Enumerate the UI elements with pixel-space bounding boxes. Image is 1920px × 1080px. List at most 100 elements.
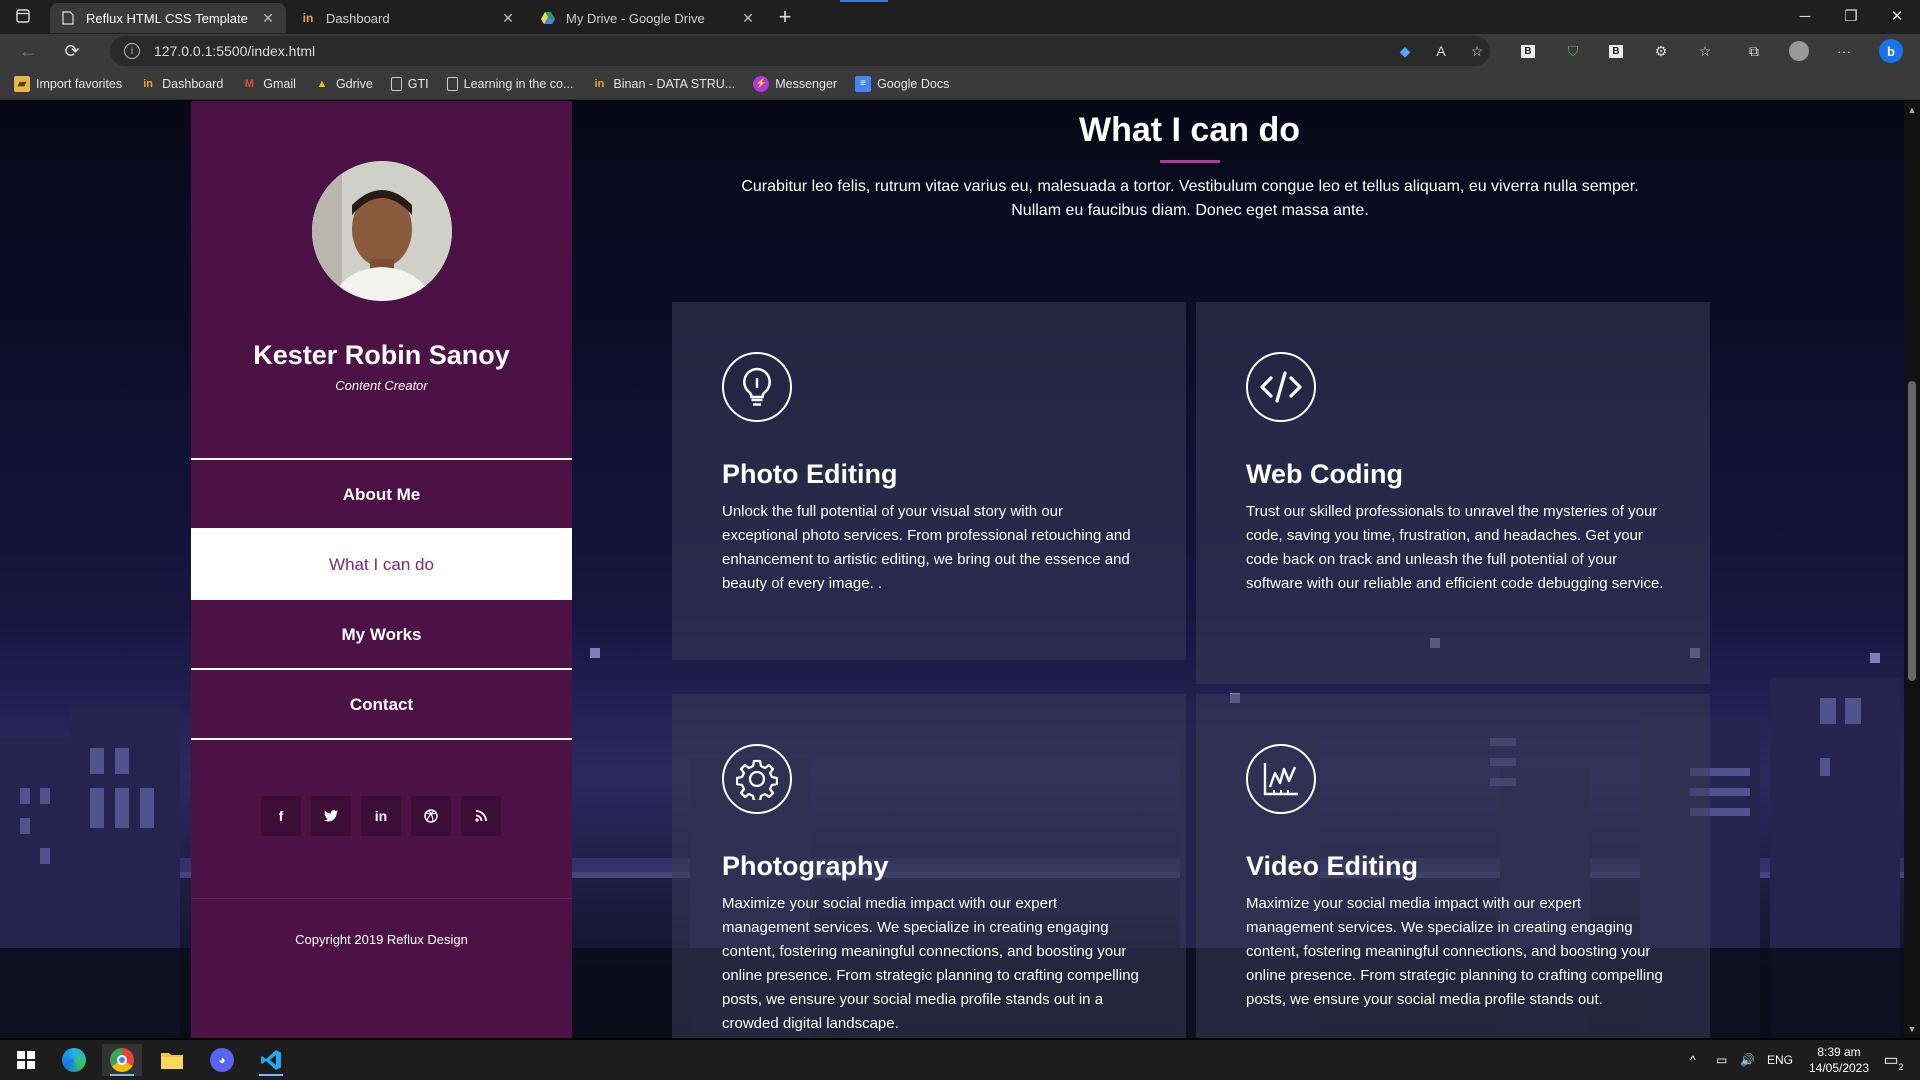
section-title: What I can do bbox=[1079, 111, 1300, 149]
bookmark-gti[interactable]: GTI bbox=[390, 76, 429, 91]
messenger-icon: ⚡ bbox=[753, 75, 770, 92]
dashboard-logo-icon: in bbox=[302, 11, 314, 25]
tab-title: Reflux HTML CSS Template bbox=[86, 10, 248, 26]
card-text: Maximize your social media impact with o… bbox=[722, 895, 1139, 1032]
notification-count: 2 bbox=[1897, 1062, 1905, 1072]
copyright-text: Copyright 2019 Reflux Design bbox=[295, 932, 468, 947]
bookmark-gdrive[interactable]: ▲ Gdrive bbox=[314, 76, 373, 92]
bookmark-label: Learning in the co... bbox=[463, 76, 574, 91]
close-tab-icon[interactable]: ✕ bbox=[740, 10, 756, 27]
more-menu-icon[interactable]: ··· bbox=[1832, 39, 1856, 63]
close-tab-icon[interactable]: ✕ bbox=[500, 10, 516, 27]
gdrive-icon: ▲ bbox=[316, 77, 328, 90]
bookmark-binan[interactable]: in Binan - DATA STRU... bbox=[591, 76, 736, 92]
bookmark-gmail[interactable]: M Gmail bbox=[241, 76, 296, 92]
service-card-video-editing: Video Editing Maximize your social media… bbox=[1196, 694, 1710, 1038]
tab-actions-button[interactable] bbox=[0, 0, 46, 32]
bookmark-google-docs[interactable]: ≡ Google Docs bbox=[855, 75, 950, 92]
linkedin-icon[interactable]: in bbox=[361, 796, 401, 836]
edge-taskbar-icon[interactable] bbox=[54, 1044, 94, 1076]
network-icon[interactable]: ▭ bbox=[1716, 1040, 1727, 1080]
close-tab-icon[interactable]: ✕ bbox=[260, 10, 276, 27]
bookmark-learning[interactable]: Learning in the co... bbox=[446, 76, 574, 91]
folder-icon: ▰ bbox=[14, 75, 30, 92]
collections-icon[interactable]: ⧉ bbox=[1742, 39, 1766, 63]
browser-tab-reflux[interactable]: Reflux HTML CSS Template ✕ bbox=[50, 3, 286, 33]
gmail-icon: M bbox=[244, 77, 254, 90]
sidebar: Kester Robin Sanoy Content Creator About… bbox=[191, 101, 572, 1038]
new-tab-button[interactable]: + bbox=[770, 3, 800, 31]
bookmark-import-favorites[interactable]: ▰ Import favorites bbox=[14, 75, 122, 92]
active-indicator bbox=[110, 1074, 134, 1076]
bookmark-label: GTI bbox=[407, 76, 429, 91]
page-scrollbar[interactable]: ▲ ▼ bbox=[1904, 101, 1920, 1038]
favorites-icon[interactable]: ☆ bbox=[1693, 39, 1717, 63]
dribbble-icon[interactable] bbox=[411, 796, 451, 836]
tag-icon[interactable]: ◆ bbox=[1393, 39, 1417, 63]
scroll-down-arrow[interactable]: ▼ bbox=[1907, 1024, 1917, 1034]
page-icon bbox=[446, 76, 458, 91]
tray-chevron-icon[interactable]: ^ bbox=[1690, 1040, 1696, 1080]
profile-photo bbox=[312, 161, 452, 301]
read-aloud-icon[interactable]: A bbox=[1429, 39, 1453, 63]
extensions-icon[interactable]: ⚙ bbox=[1649, 39, 1673, 63]
menu-item-what-i-can-do[interactable]: What I can do bbox=[191, 528, 572, 598]
card-title: Video Editing bbox=[1246, 851, 1419, 881]
tab-title: Dashboard bbox=[326, 10, 390, 26]
chart-icon bbox=[1246, 744, 1316, 814]
extension-b2-icon[interactable]: B bbox=[1604, 39, 1628, 63]
file-explorer-icon[interactable] bbox=[152, 1044, 192, 1076]
tab-accent-line bbox=[840, 0, 888, 2]
menu-item-contact[interactable]: Contact bbox=[191, 668, 572, 738]
bing-icon[interactable]: b bbox=[1879, 39, 1903, 63]
menu-item-about-me[interactable]: About Me bbox=[191, 458, 572, 528]
facebook-icon[interactable]: f bbox=[261, 796, 301, 836]
url-text: 127.0.0.1:5500/index.html bbox=[154, 43, 316, 59]
scroll-up-arrow[interactable]: ▲ bbox=[1907, 105, 1917, 115]
windows-start-icon[interactable] bbox=[6, 1044, 46, 1076]
favorite-star-icon[interactable]: ☆ bbox=[1465, 39, 1489, 63]
bookmark-messenger[interactable]: ⚡ Messenger bbox=[753, 75, 837, 92]
notifications-icon[interactable]: ▭ 2 bbox=[1876, 1040, 1906, 1080]
gdrive-icon bbox=[540, 10, 556, 26]
language-indicator[interactable]: ENG bbox=[1767, 1040, 1793, 1080]
address-bar[interactable]: i 127.0.0.1:5500/index.html bbox=[110, 36, 1490, 66]
card-text: Trust our skilled professionals to unrav… bbox=[1246, 503, 1664, 592]
discord-icon[interactable]: ◕ bbox=[202, 1044, 242, 1076]
bookmark-label: Gdrive bbox=[335, 76, 373, 91]
scroll-thumb[interactable] bbox=[1908, 381, 1916, 681]
reload-button[interactable]: ⟳ bbox=[58, 37, 86, 65]
twitter-icon[interactable] bbox=[311, 796, 351, 836]
tab-actions-icon bbox=[16, 9, 30, 23]
clock[interactable]: 8:39 am 14/05/2023 bbox=[1808, 1040, 1870, 1080]
restore-button[interactable]: ❐ bbox=[1828, 0, 1874, 32]
clock-time: 8:39 am bbox=[1817, 1045, 1861, 1059]
sidebar-menu: About Me What I can do My Works Contact bbox=[191, 458, 572, 740]
vscode-icon[interactable] bbox=[251, 1044, 291, 1076]
docs-icon: ≡ bbox=[855, 75, 872, 92]
menu-item-my-works[interactable]: My Works bbox=[191, 598, 572, 668]
avatar bbox=[312, 161, 452, 301]
bookmark-dashboard[interactable]: in Dashboard bbox=[140, 76, 223, 92]
chrome-taskbar-icon[interactable] bbox=[102, 1044, 142, 1076]
shield-icon[interactable]: ⛉ bbox=[1561, 39, 1585, 63]
page-icon bbox=[390, 76, 402, 91]
tab-title: My Drive - Google Drive bbox=[566, 10, 705, 26]
service-card-photography: Photography Maximize your social media i… bbox=[672, 694, 1186, 1038]
rss-icon[interactable] bbox=[461, 796, 501, 836]
profile-role: Content Creator bbox=[335, 378, 428, 393]
card-text: Maximize your social media impact with o… bbox=[1246, 895, 1663, 1008]
back-button[interactable]: ← bbox=[14, 37, 42, 65]
close-window-button[interactable]: ✕ bbox=[1874, 0, 1920, 32]
service-card-web-coding: Web Coding Trust our skilled professiona… bbox=[1196, 302, 1710, 684]
browser-tab-gdrive[interactable]: My Drive - Google Drive ✕ bbox=[530, 3, 766, 33]
volume-icon[interactable]: 🔊 bbox=[1740, 1040, 1755, 1080]
card-title: Web Coding bbox=[1246, 459, 1403, 489]
browser-tab-dashboard[interactable]: in Dashboard ✕ bbox=[290, 3, 526, 33]
info-icon[interactable]: i bbox=[124, 43, 140, 59]
extension-b-icon[interactable]: B bbox=[1516, 39, 1540, 63]
minimize-button[interactable]: ─ bbox=[1782, 0, 1828, 32]
windows-taskbar: ◕ ^ ▭ 🔊 ENG 8:39 am 14/05/2023 ▭ 2 bbox=[0, 1040, 1920, 1080]
bookmark-label: Google Docs bbox=[877, 76, 950, 91]
profile-icon[interactable] bbox=[1787, 39, 1811, 63]
